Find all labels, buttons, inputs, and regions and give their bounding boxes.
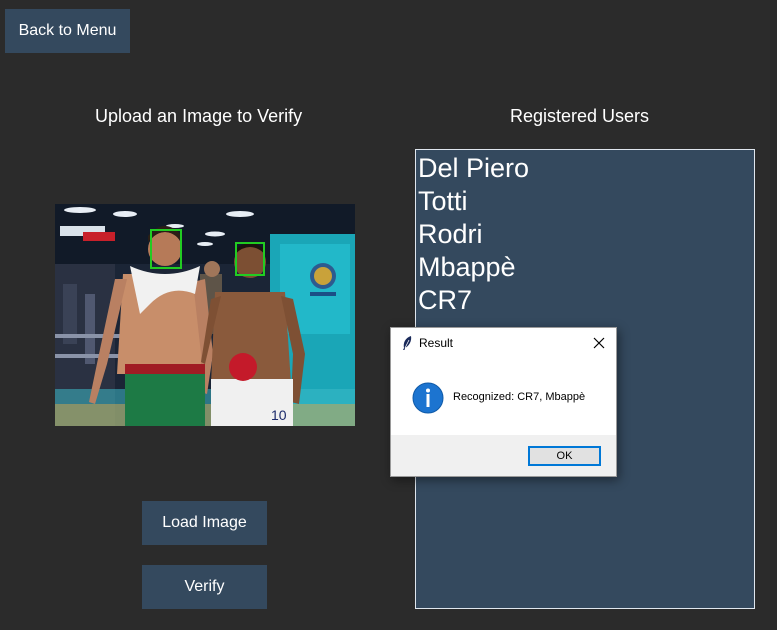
list-item[interactable]: Rodri [418, 218, 754, 251]
list-item[interactable]: Del Piero [418, 152, 754, 185]
upload-heading: Upload an Image to Verify [95, 106, 303, 126]
close-icon[interactable] [588, 332, 610, 354]
ok-button[interactable]: OK [528, 446, 601, 466]
list-item[interactable]: Totti [418, 185, 754, 218]
feather-icon [400, 335, 414, 351]
list-item[interactable]: CR7 [418, 284, 754, 317]
dialog-message: Recognized: CR7, Mbappè [453, 391, 586, 403]
load-image-button[interactable]: Load Image [142, 501, 267, 545]
dialog-title: Result [419, 336, 454, 350]
app-window: Back to Menu Upload an Image to Verify R… [0, 0, 777, 630]
info-icon [412, 382, 444, 414]
registered-users-heading: Registered Users [510, 106, 650, 126]
result-dialog: Result Recognized: CR7, Mbappè OK [390, 327, 617, 477]
verify-button[interactable]: Verify [142, 565, 267, 609]
svg-text:10: 10 [271, 407, 287, 423]
back-to-menu-button[interactable]: Back to Menu [5, 9, 130, 53]
uploaded-photo: 10 [55, 204, 355, 426]
dialog-titlebar[interactable]: Result [391, 328, 616, 358]
dialog-footer: OK [391, 435, 616, 476]
list-item[interactable]: Mbappè [418, 251, 754, 284]
